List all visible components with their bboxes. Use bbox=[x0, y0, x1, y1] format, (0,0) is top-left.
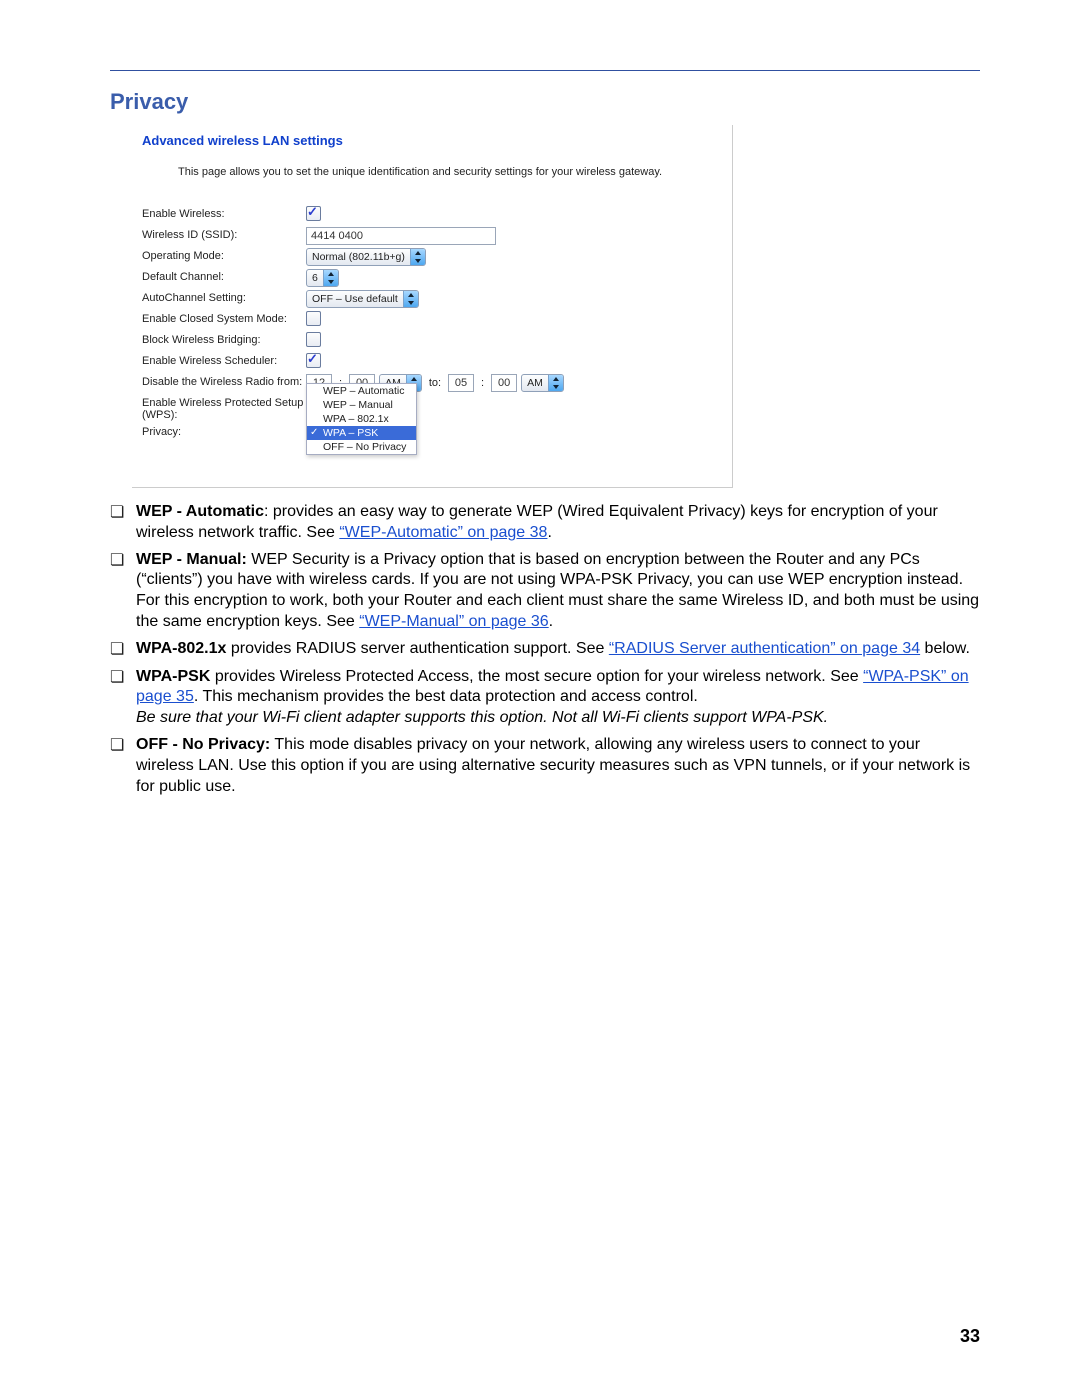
row-block-bridging: Block Wireless Bridging: bbox=[142, 332, 722, 350]
privacy-option-selected[interactable]: WPA – PSK bbox=[307, 426, 416, 440]
row-default-channel: Default Channel: 6 bbox=[142, 269, 722, 287]
cross-ref-link[interactable]: “WEP-Manual” on page 36 bbox=[359, 613, 548, 630]
panel-title: Advanced wireless LAN settings bbox=[142, 133, 722, 148]
label-to: to: bbox=[426, 377, 444, 389]
row-closed-system: Enable Closed System Mode: bbox=[142, 311, 722, 329]
list-item: ❏ WPA-PSK provides Wireless Protected Ac… bbox=[110, 667, 980, 729]
item-body: provides RADIUS server authentication su… bbox=[231, 640, 609, 657]
header-rule bbox=[110, 70, 980, 71]
label-default-channel: Default Channel: bbox=[142, 269, 306, 283]
item-note: Be sure that your Wi-Fi client adapter s… bbox=[136, 708, 980, 729]
checkbox-closed-system[interactable] bbox=[306, 311, 321, 326]
cross-ref-link[interactable]: “WEP-Automatic” on page 38 bbox=[339, 524, 547, 541]
select-to-ampm[interactable]: AM bbox=[521, 374, 564, 392]
row-privacy: Privacy: bbox=[142, 424, 722, 442]
panel-description: This page allows you to set the unique i… bbox=[178, 166, 722, 178]
item-title: WEP - Manual: bbox=[136, 551, 247, 568]
checkbox-scheduler[interactable] bbox=[306, 353, 321, 368]
label-wps: Enable Wireless Protected Setup (WPS): bbox=[142, 395, 306, 421]
cross-ref-link[interactable]: “RADIUS Server authentication” on page 3… bbox=[609, 640, 920, 657]
label-operating-mode: Operating Mode: bbox=[142, 248, 306, 262]
page-number: 33 bbox=[960, 1326, 980, 1347]
privacy-option[interactable]: WPA – 802.1x bbox=[307, 412, 416, 426]
row-disable-radio: Disable the Wireless Radio from: 12 : 00… bbox=[142, 374, 722, 392]
label-disable-radio: Disable the Wireless Radio from: bbox=[142, 374, 306, 388]
select-autochannel[interactable]: OFF – Use default bbox=[306, 290, 419, 308]
select-operating-mode[interactable]: Normal (802.11b+g) bbox=[306, 248, 426, 266]
select-default-channel[interactable]: 6 bbox=[306, 269, 339, 287]
label-ssid: Wireless ID (SSID): bbox=[142, 227, 306, 241]
row-scheduler: Enable Wireless Scheduler: bbox=[142, 353, 722, 371]
chevron-updown-icon bbox=[410, 249, 425, 265]
input-to-mm[interactable]: 00 bbox=[491, 374, 517, 392]
privacy-option[interactable]: WEP – Manual bbox=[307, 398, 416, 412]
label-autochannel: AutoChannel Setting: bbox=[142, 290, 306, 304]
input-ssid[interactable]: 4414 0400 bbox=[306, 227, 496, 245]
bullet-icon: ❏ bbox=[110, 639, 136, 661]
label-closed-system: Enable Closed System Mode: bbox=[142, 311, 306, 325]
row-operating-mode: Operating Mode: Normal (802.11b+g) bbox=[142, 248, 722, 266]
checkbox-block-bridging[interactable] bbox=[306, 332, 321, 347]
row-wps: Enable Wireless Protected Setup (WPS): W… bbox=[142, 395, 722, 421]
privacy-description-list: ❏ WEP - Automatic: provides an easy way … bbox=[110, 502, 980, 797]
privacy-option[interactable]: OFF – No Privacy bbox=[307, 440, 416, 454]
row-ssid: Wireless ID (SSID): 4414 0400 bbox=[142, 227, 722, 245]
label-block-bridging: Block Wireless Bridging: bbox=[142, 332, 306, 346]
list-item: ❏ OFF - No Privacy: This mode disables p… bbox=[110, 735, 980, 797]
item-title: WPA-802.1x bbox=[136, 640, 226, 657]
label-privacy: Privacy: bbox=[142, 424, 306, 438]
bullet-icon: ❏ bbox=[110, 502, 136, 544]
bullet-icon: ❏ bbox=[110, 667, 136, 729]
list-item: ❏ WEP - Manual: WEP Security is a Privac… bbox=[110, 550, 980, 633]
input-to-hh[interactable]: 05 bbox=[448, 374, 474, 392]
row-autochannel: AutoChannel Setting: OFF – Use default bbox=[142, 290, 722, 308]
list-item: ❏ WEP - Automatic: provides an easy way … bbox=[110, 502, 980, 544]
colon: : bbox=[478, 377, 487, 389]
chevron-updown-icon bbox=[548, 375, 563, 391]
bullet-icon: ❏ bbox=[110, 550, 136, 633]
chevron-updown-icon bbox=[403, 291, 418, 307]
item-body: WEP Security is a Privacy option that is… bbox=[136, 551, 979, 630]
label-enable-wireless: Enable Wireless: bbox=[142, 206, 306, 220]
document-page: Privacy Advanced wireless LAN settings T… bbox=[0, 0, 1080, 1397]
privacy-dropdown-menu[interactable]: WEP – Automatic WEP – Manual WPA – 802.1… bbox=[306, 383, 417, 455]
checkbox-enable-wireless[interactable] bbox=[306, 206, 321, 221]
label-scheduler: Enable Wireless Scheduler: bbox=[142, 353, 306, 367]
section-heading: Privacy bbox=[110, 89, 980, 115]
item-body: provides Wireless Protected Access, the … bbox=[215, 668, 863, 685]
wireless-settings-panel: Advanced wireless LAN settings This page… bbox=[132, 125, 733, 488]
bullet-icon: ❏ bbox=[110, 735, 136, 797]
item-title: WEP - Automatic bbox=[136, 503, 264, 520]
item-title: OFF - No Privacy: bbox=[136, 736, 270, 753]
privacy-option[interactable]: WEP – Automatic bbox=[307, 384, 416, 398]
chevron-updown-icon bbox=[323, 270, 338, 286]
row-enable-wireless: Enable Wireless: bbox=[142, 206, 722, 224]
item-title: WPA-PSK bbox=[136, 668, 210, 685]
list-item: ❏ WPA-802.1x provides RADIUS server auth… bbox=[110, 639, 980, 661]
